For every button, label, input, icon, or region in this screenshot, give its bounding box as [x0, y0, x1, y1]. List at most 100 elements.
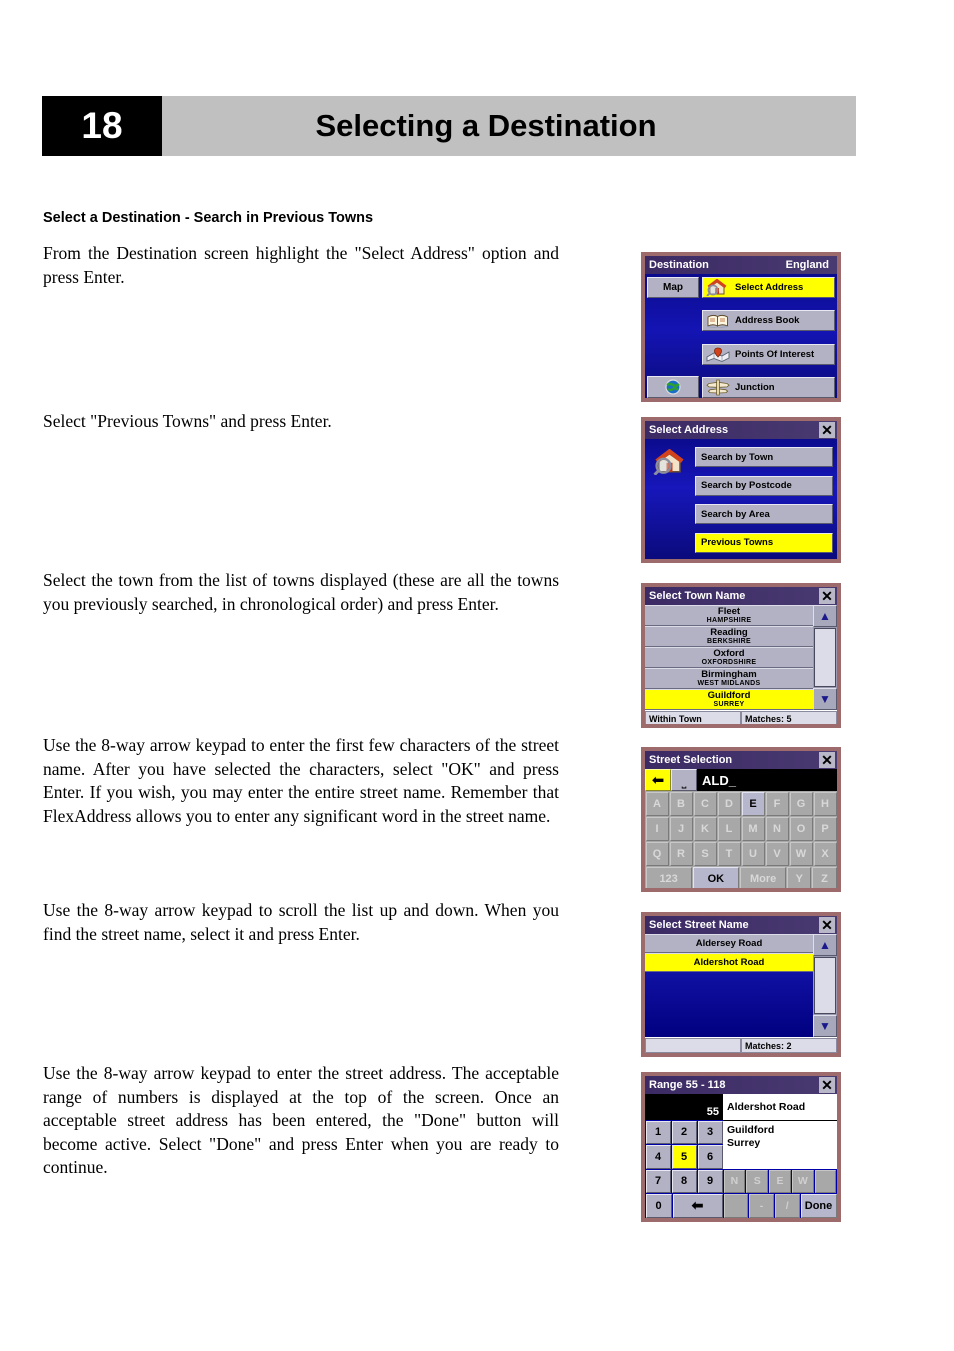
select-address-item-search-by-postcode[interactable]: Search by Postcode [695, 475, 833, 496]
street-number-input[interactable]: 55 [645, 1094, 723, 1120]
town-county: WEST MIDLANDS [697, 679, 761, 687]
key-9[interactable]: 9 [697, 1169, 723, 1193]
triangle-up-icon[interactable]: ▲ [813, 605, 837, 627]
key-N[interactable]: N [765, 816, 789, 841]
town-list: Fleet HAMPSHIRE Reading BERKSHIRE Oxford… [645, 605, 813, 710]
key-M[interactable]: M [741, 816, 765, 841]
key-J[interactable]: J [669, 816, 693, 841]
close-icon[interactable]: ✕ [819, 752, 835, 768]
key-G[interactable]: G [789, 791, 813, 816]
key-S[interactable]: S [693, 841, 717, 866]
key-Q[interactable]: Q [645, 841, 669, 866]
space-bar-icon[interactable]: ⎵ [671, 769, 697, 791]
symbol-keys-row: - / Done [723, 1194, 837, 1219]
key-north[interactable]: N [723, 1169, 746, 1193]
open-book-icon [705, 311, 731, 330]
key-more[interactable]: More [740, 866, 787, 888]
range-entry-row: 55 Aldershot Road [645, 1094, 837, 1120]
globe-icon[interactable] [647, 376, 699, 398]
key-Z[interactable]: Z [812, 866, 837, 888]
town-list-item[interactable]: Birmingham WEST MIDLANDS [645, 668, 813, 689]
select-address-titlebar: Select Address ✕ [645, 421, 837, 439]
key-I[interactable]: I [645, 816, 669, 841]
triangle-down-icon[interactable]: ▼ [813, 1015, 837, 1037]
scrollbar-thumb[interactable] [814, 957, 836, 1014]
street-list-item-selected[interactable]: Aldershot Road [645, 953, 813, 972]
key-east[interactable]: E [769, 1169, 791, 1193]
key-hyphen[interactable]: - [749, 1194, 774, 1218]
key-A[interactable]: A [645, 791, 669, 816]
triangle-up-icon[interactable]: ▲ [813, 934, 837, 956]
key-7[interactable]: 7 [645, 1169, 671, 1193]
key-B[interactable]: B [669, 791, 693, 816]
key-numeric-mode[interactable]: 123 [645, 866, 692, 888]
key-U[interactable]: U [741, 841, 765, 866]
screenshot-street-selection: Street Selection ✕ ⬅ ⎵ ALD_ A B C D E F … [641, 747, 841, 892]
street-selection-input-row: ⬅ ⎵ ALD_ [645, 769, 837, 791]
key-west[interactable]: W [791, 1169, 814, 1193]
key-O[interactable]: O [789, 816, 813, 841]
key-1[interactable]: 1 [645, 1120, 671, 1144]
close-icon[interactable]: ✕ [819, 588, 835, 604]
key-T[interactable]: T [717, 841, 741, 866]
destination-item-junction[interactable]: Junction [702, 376, 835, 398]
key-R[interactable]: R [669, 841, 693, 866]
select-address-item-previous-towns[interactable]: Previous Towns [695, 532, 833, 553]
step-paragraph-3: Select the town from the list of towns d… [43, 570, 559, 614]
town-list-item[interactable]: Oxford OXFORDSHIRE [645, 647, 813, 668]
street-footer-left [645, 1038, 741, 1053]
key-6[interactable]: 6 [697, 1145, 723, 1169]
within-town-label[interactable]: Within Town [645, 711, 741, 724]
key-E[interactable]: E [741, 791, 765, 816]
select-address-item-search-by-town[interactable]: Search by Town [695, 447, 833, 468]
key-blank-1[interactable] [814, 1169, 837, 1193]
backspace-arrow-icon[interactable]: ⬅ [645, 769, 671, 791]
key-3[interactable]: 3 [697, 1120, 723, 1144]
done-button[interactable]: Done [800, 1194, 837, 1218]
map-button[interactable]: Map [647, 277, 699, 298]
key-C[interactable]: C [693, 791, 717, 816]
key-4[interactable]: 4 [645, 1145, 671, 1169]
close-icon[interactable]: ✕ [819, 422, 835, 438]
scrollbar-thumb[interactable] [814, 628, 836, 687]
key-H[interactable]: H [813, 791, 837, 816]
range-street-name: Aldershot Road [723, 1094, 837, 1120]
street-name-input[interactable]: ALD_ [697, 769, 837, 791]
destination-item-address-book[interactable]: Address Book [702, 310, 835, 332]
key-ok[interactable]: OK [692, 866, 739, 888]
keyboard-row-3: Q R S T U V W X [645, 841, 837, 866]
key-blank-2[interactable] [723, 1194, 749, 1218]
key-V[interactable]: V [765, 841, 789, 866]
street-list-item[interactable]: Aldersey Road [645, 934, 813, 953]
town-list-item[interactable]: Reading BERKSHIRE [645, 626, 813, 647]
key-X[interactable]: X [813, 841, 837, 866]
destination-item-label: Points Of Interest [735, 348, 815, 360]
destination-item-points-of-interest[interactable]: Points Of Interest [702, 343, 835, 365]
key-P[interactable]: P [813, 816, 837, 841]
select-address-item-search-by-area[interactable]: Search by Area [695, 504, 833, 525]
town-list-scrollbar[interactable]: ▲ ▼ [813, 605, 837, 710]
town-county: OXFORDSHIRE [701, 658, 757, 666]
key-L[interactable]: L [717, 816, 741, 841]
town-list-item[interactable]: Fleet HAMPSHIRE [645, 605, 813, 626]
key-D[interactable]: D [717, 791, 741, 816]
key-F[interactable]: F [765, 791, 789, 816]
town-county: HAMPSHIRE [706, 616, 752, 624]
key-slash[interactable]: / [774, 1194, 800, 1218]
town-list-item-selected[interactable]: Guildford SURREY [645, 689, 813, 710]
key-south[interactable]: S [746, 1169, 769, 1193]
key-W[interactable]: W [789, 841, 813, 866]
triangle-down-icon[interactable]: ▼ [813, 688, 837, 710]
street-list-scrollbar[interactable]: ▲ ▼ [813, 934, 837, 1037]
key-0[interactable]: 0 [645, 1194, 672, 1218]
close-icon[interactable]: ✕ [819, 917, 835, 933]
close-icon[interactable]: ✕ [819, 1077, 835, 1093]
key-8[interactable]: 8 [671, 1169, 697, 1193]
destination-item-select-address[interactable]: Select Address [702, 277, 835, 298]
key-K[interactable]: K [693, 816, 717, 841]
backspace-arrow-icon[interactable]: ⬅ [672, 1194, 723, 1218]
key-2[interactable]: 2 [671, 1120, 697, 1144]
key-Y[interactable]: Y [787, 866, 812, 888]
key-5[interactable]: 5 [671, 1145, 697, 1169]
select-address-menu: Search by Town Search by Postcode Search… [695, 443, 833, 557]
